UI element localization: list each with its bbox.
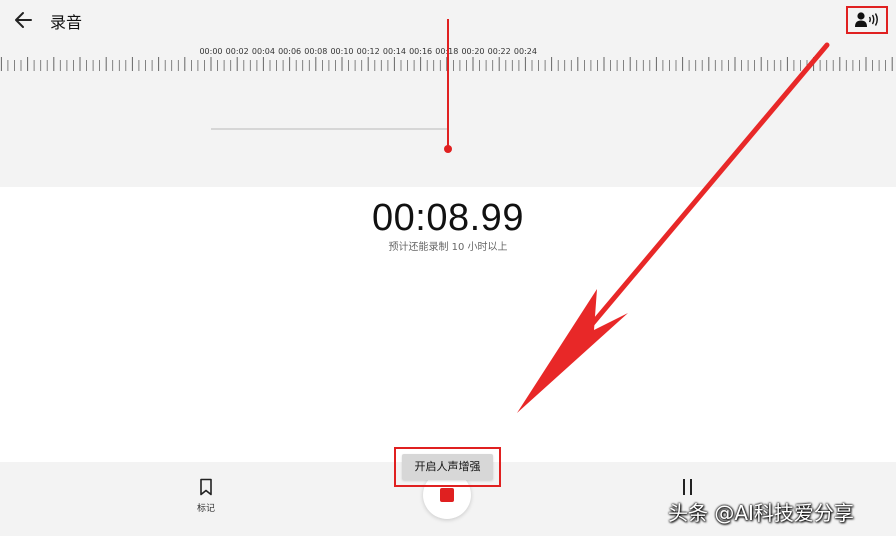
playhead[interactable] [447,19,449,147]
arrow-left-icon [15,12,32,28]
elapsed-time: 00:08.99 [372,197,524,239]
back-button[interactable] [10,6,38,34]
remaining-time-hint: 预计还能录制 10 小时以上 [388,242,508,253]
page-title: 录音 [50,13,83,32]
playhead-handle[interactable] [444,145,452,153]
voice-enhance-tooltip[interactable]: 开启人声增强 [402,454,493,480]
watermark: 头条 @AI科技爱分享 [668,501,854,525]
bookmark-icon [200,478,212,496]
tooltip-highlight: 开启人声增强 [394,447,501,487]
person-voice-icon [855,12,878,27]
mark-button[interactable]: 标记 [186,478,226,514]
waveform-line [211,128,447,130]
mark-label: 标记 [196,504,215,514]
ruler-tick-label: 00:24 [513,47,537,56]
stop-icon [440,488,454,502]
voice-enhance-button[interactable] [846,6,888,34]
